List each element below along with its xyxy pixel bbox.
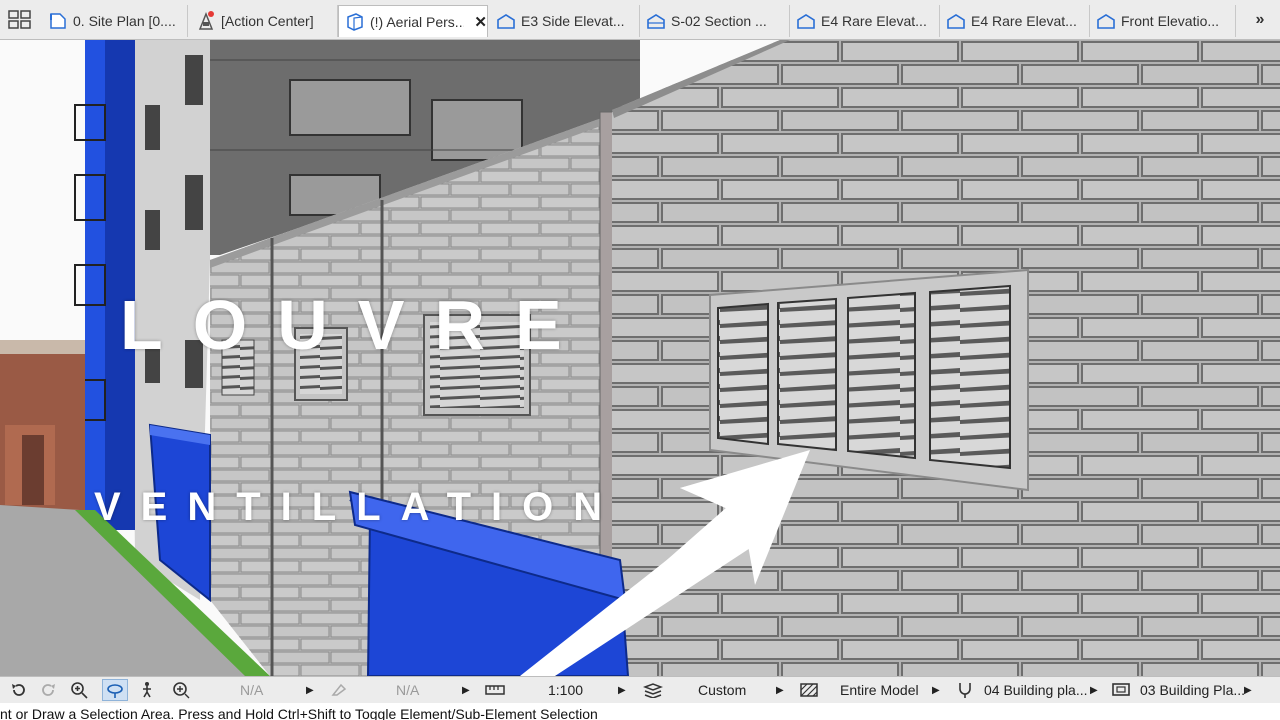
chevron-right-icon[interactable]: ▶: [932, 679, 940, 701]
status-bar: N/A ▶ N/A ▶ 1:100 ▶ Custom ▶ Entire Mode…: [0, 676, 1280, 703]
undo-icon: [12, 684, 25, 696]
status-hint: nt or Draw a Selection Area. Press and H…: [0, 703, 1280, 720]
orbit-button[interactable]: [102, 679, 128, 701]
tab-e4-rare-elevation[interactable]: E4 Rare Elevat...: [790, 5, 940, 37]
tab-label: (!) Aerial Pers...: [370, 13, 465, 30]
tab-s02-section[interactable]: S-02 Section ...: [640, 5, 790, 37]
action-center-icon: [196, 11, 216, 30]
fit-window-icon: [173, 682, 190, 699]
tab-label: E4 Rare Elevat...: [821, 13, 927, 29]
tab-label: Front Elevatio...: [1121, 13, 1220, 29]
tab-label: [Action Center]: [221, 13, 314, 29]
elevation-icon: [1096, 12, 1116, 30]
undo-button[interactable]: [6, 679, 32, 701]
3d-view-icon: [345, 12, 365, 31]
3d-viewport[interactable]: LOUVRE VENTILLATION: [0, 40, 1280, 676]
walk-button[interactable]: [134, 679, 160, 701]
tab-e3-side-elevation[interactable]: E3 Side Elevat...: [490, 5, 640, 37]
tab-action-center[interactable]: [Action Center]: [190, 5, 338, 37]
more-tabs-button[interactable]: »: [1244, 8, 1276, 32]
layer-combination-button[interactable]: [952, 679, 978, 701]
floor-plan-icon: [48, 12, 68, 30]
tab-site-plan[interactable]: 0. Site Plan [0....: [42, 5, 188, 37]
close-icon[interactable]: ✕: [474, 13, 487, 31]
tab-label: 0. Site Plan [0....: [73, 13, 176, 29]
tab-label: E4 Rare Elevat...: [971, 13, 1077, 29]
redo-icon: [42, 684, 55, 696]
zoom-in-icon: [71, 682, 88, 699]
tab-bar: 0. Site Plan [0.... [Action Center] (!) …: [0, 0, 1280, 40]
pen-icon: [959, 683, 971, 698]
chevron-right-icon[interactable]: ▶: [618, 679, 626, 701]
model-view-button[interactable]: [796, 679, 822, 701]
model-view-value[interactable]: Entire Model: [840, 679, 919, 701]
layer-combination-value[interactable]: 04 Building pla...: [984, 679, 1088, 701]
overlay-subtitle: VENTILLATION: [94, 485, 623, 529]
walk-icon: [143, 682, 151, 698]
fit-in-window-button[interactable]: [168, 679, 194, 701]
dimension-value[interactable]: 03 Building Pla...: [1140, 679, 1245, 701]
orbit-icon: [107, 684, 123, 698]
chevron-right-icon[interactable]: ▶: [462, 679, 470, 701]
tab-label: E3 Side Elevat...: [521, 13, 625, 29]
tab-front-elevation[interactable]: Front Elevatio...: [1090, 5, 1236, 37]
elevation-icon: [496, 12, 516, 30]
layers-icon: [643, 683, 663, 698]
tab-e4-rare-elevation-2[interactable]: E4 Rare Elevat...: [940, 5, 1090, 37]
angle-icon: [331, 683, 347, 696]
zoom-in-button[interactable]: [66, 679, 92, 701]
tab-label: S-02 Section ...: [671, 13, 767, 29]
chevron-right-icon[interactable]: ▶: [306, 679, 314, 701]
pen-set-value[interactable]: Custom: [698, 679, 746, 701]
chevron-right-icon[interactable]: ▶: [1244, 679, 1252, 701]
angle-button[interactable]: [326, 679, 352, 701]
overlay-title: LOUVRE: [120, 286, 592, 364]
tab-overview-button[interactable]: [4, 7, 36, 33]
na-field-1: N/A: [240, 682, 264, 698]
grid-icon: [8, 10, 31, 29]
tab-aerial-perspective[interactable]: (!) Aerial Pers... ✕: [338, 5, 488, 37]
monitor-icon: [1112, 683, 1130, 696]
scale-value[interactable]: 1:100: [548, 679, 583, 701]
chevron-right-icon[interactable]: ▶: [1090, 679, 1098, 701]
elevation-icon: [946, 12, 966, 30]
elevation-icon: [796, 12, 816, 30]
redo-button[interactable]: [35, 679, 61, 701]
pen-set-button[interactable]: [640, 679, 666, 701]
dimension-button[interactable]: [1108, 679, 1134, 701]
chevron-right-icon[interactable]: ▶: [776, 679, 784, 701]
section-icon: [646, 12, 666, 30]
ruler-icon: [485, 685, 505, 695]
na-field-2: N/A: [396, 682, 420, 698]
scale-button[interactable]: [482, 679, 508, 701]
hatch-icon: [800, 683, 818, 697]
